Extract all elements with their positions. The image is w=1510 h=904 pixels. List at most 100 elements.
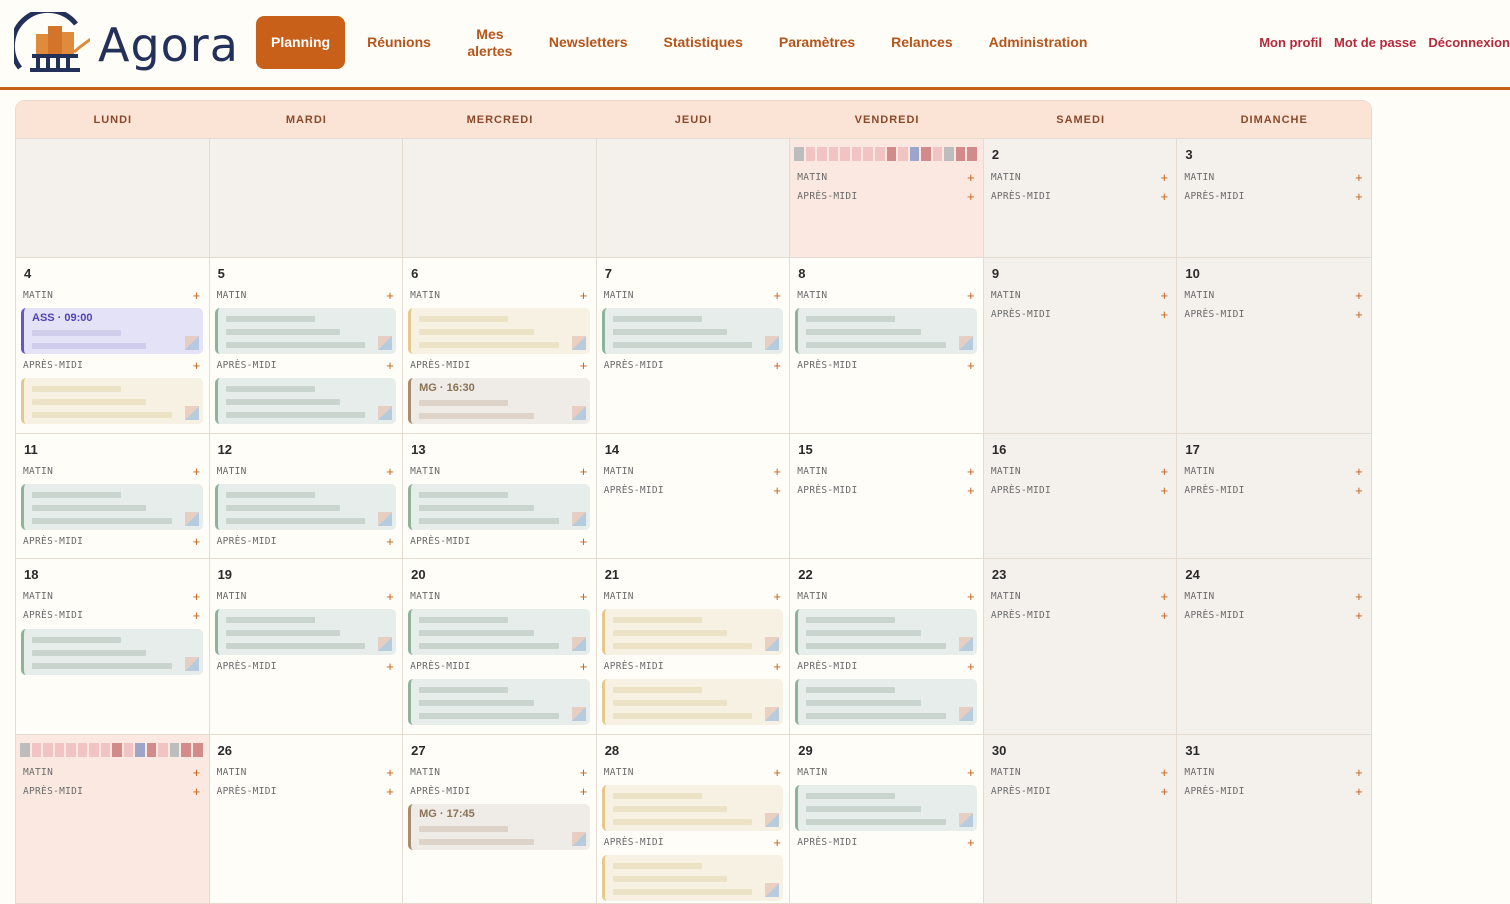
calendar-event[interactable] [408,484,590,530]
calendar-event[interactable] [601,308,784,354]
calendar-event[interactable] [21,484,203,530]
add-event-button[interactable]: + [1161,483,1169,498]
day-cell[interactable]: 20 MATIN + APRÈS-MIDI + [403,559,597,734]
add-event-button[interactable]: + [1161,307,1169,322]
day-cell[interactable]: 11 MATIN + APRÈS-MIDI + [16,434,210,558]
day-cell[interactable]: 24 MATIN + APRÈS-MIDI + [1177,559,1371,734]
day-cell[interactable]: 15 MATIN + APRÈS-MIDI + [790,434,984,558]
calendar-event[interactable] [601,785,784,831]
day-cell[interactable]: 4 MATIN + APRÈS-MIDI + ASS · 09:00 [16,258,210,433]
nav-reunions[interactable]: Réunions [367,34,431,51]
add-event-button[interactable]: + [1161,765,1169,780]
nav-administration[interactable]: Administration [989,34,1088,51]
add-event-button[interactable]: + [967,189,975,204]
add-event-button[interactable]: + [967,358,975,373]
add-event-button[interactable]: + [1161,170,1169,185]
day-cell[interactable]: 3 MATIN + APRÈS-MIDI + [1177,139,1371,257]
day-cell[interactable]: 27 MATIN + APRÈS-MIDI + MG · 17:45 [403,735,597,903]
add-event-button[interactable]: + [580,589,588,604]
calendar-event[interactable] [214,378,397,424]
nav-alertes[interactable]: Mes alertes [467,26,513,60]
add-event-button[interactable]: + [193,608,201,623]
add-event-button[interactable]: + [773,765,781,780]
password-link[interactable]: Mot de passe [1334,35,1416,50]
day-cell[interactable]: 22 MATIN + APRÈS-MIDI + [790,559,984,734]
add-event-button[interactable]: + [773,659,781,674]
add-event-button[interactable]: + [1355,483,1363,498]
day-cell[interactable]: 13 MATIN + APRÈS-MIDI + [403,434,597,558]
nav-planning[interactable]: Planning [256,16,346,69]
calendar-event[interactable] [795,609,977,655]
add-event-button[interactable]: + [1161,288,1169,303]
calendar-event[interactable]: ASS · 09:00 [21,308,203,354]
add-event-button[interactable]: + [386,464,394,479]
calendar-event[interactable] [408,679,590,725]
calendar-event[interactable]: MG · 16:30 [408,378,590,424]
day-cell[interactable]: 12 MATIN + APRÈS-MIDI + [210,434,404,558]
nav-relances[interactable]: Relances [891,34,952,51]
calendar-event[interactable] [795,679,977,725]
nav-statistiques[interactable]: Statistiques [664,34,743,51]
add-event-button[interactable]: + [580,464,588,479]
add-event-button[interactable]: + [580,358,588,373]
add-event-button[interactable]: + [773,288,781,303]
add-event-button[interactable]: + [580,659,588,674]
add-event-button[interactable]: + [580,784,588,799]
day-cell[interactable]: 21 MATIN + APRÈS-MIDI + [597,559,791,734]
add-event-button[interactable]: + [1355,189,1363,204]
calendar-event[interactable] [795,308,977,354]
add-event-button[interactable]: + [967,464,975,479]
add-event-button[interactable]: + [1355,608,1363,623]
add-event-button[interactable]: + [773,835,781,850]
calendar-event[interactable] [601,679,784,725]
calendar-event[interactable] [214,308,397,354]
nav-parametres[interactable]: Paramètres [779,34,855,51]
add-event-button[interactable]: + [1355,464,1363,479]
add-event-button[interactable]: + [967,288,975,303]
add-event-button[interactable]: + [580,288,588,303]
day-cell[interactable]: 8 MATIN + APRÈS-MIDI + [790,258,984,433]
add-event-button[interactable]: + [1355,307,1363,322]
day-cell[interactable]: 16 MATIN + APRÈS-MIDI + [983,434,1178,558]
add-event-button[interactable]: + [773,589,781,604]
add-event-button[interactable]: + [967,483,975,498]
add-event-button[interactable]: + [1355,589,1363,604]
add-event-button[interactable]: + [386,288,394,303]
day-cell[interactable]: 28 MATIN + APRÈS-MIDI + [597,735,791,903]
day-cell[interactable]: 30 MATIN + APRÈS-MIDI + [983,735,1178,903]
day-cell[interactable]: 9 MATIN + APRÈS-MIDI + [983,258,1178,433]
add-event-button[interactable]: + [1161,608,1169,623]
add-event-button[interactable]: + [1355,784,1363,799]
add-event-button[interactable]: + [580,534,588,549]
day-cell[interactable]: 7 MATIN + APRÈS-MIDI + [597,258,791,433]
calendar-event[interactable] [601,855,784,901]
add-event-button[interactable]: + [193,534,201,549]
day-cell[interactable]: MATIN + APRÈS-MIDI + [790,139,984,257]
add-event-button[interactable]: + [386,784,394,799]
add-event-button[interactable]: + [967,659,975,674]
add-event-button[interactable]: + [1161,589,1169,604]
day-cell[interactable]: 14 MATIN + APRÈS-MIDI + [597,434,791,558]
day-cell[interactable]: 18 MATIN + APRÈS-MIDI + [16,559,210,734]
day-cell[interactable]: 31 MATIN + APRÈS-MIDI + [1177,735,1371,903]
calendar-event[interactable]: MG · 17:45 [408,804,590,850]
calendar-event[interactable] [214,609,397,655]
add-event-button[interactable]: + [386,589,394,604]
add-event-button[interactable]: + [1161,784,1169,799]
day-cell[interactable]: 2 MATIN + APRÈS-MIDI + [983,139,1178,257]
agora-logo[interactable]: Agora [14,12,238,74]
add-event-button[interactable]: + [386,534,394,549]
add-event-button[interactable]: + [193,464,201,479]
add-event-button[interactable]: + [1161,189,1169,204]
add-event-button[interactable]: + [773,358,781,373]
day-cell[interactable]: 5 MATIN + APRÈS-MIDI + [210,258,404,433]
nav-newsletters[interactable]: Newsletters [549,34,628,51]
day-cell[interactable]: 26 MATIN + APRÈS-MIDI + [210,735,404,903]
add-event-button[interactable]: + [967,589,975,604]
calendar-event[interactable] [795,785,977,831]
logout-link[interactable]: Déconnexion [1428,35,1510,50]
add-event-button[interactable]: + [967,835,975,850]
add-event-button[interactable]: + [193,358,201,373]
calendar-event[interactable] [214,484,397,530]
add-event-button[interactable]: + [1355,170,1363,185]
